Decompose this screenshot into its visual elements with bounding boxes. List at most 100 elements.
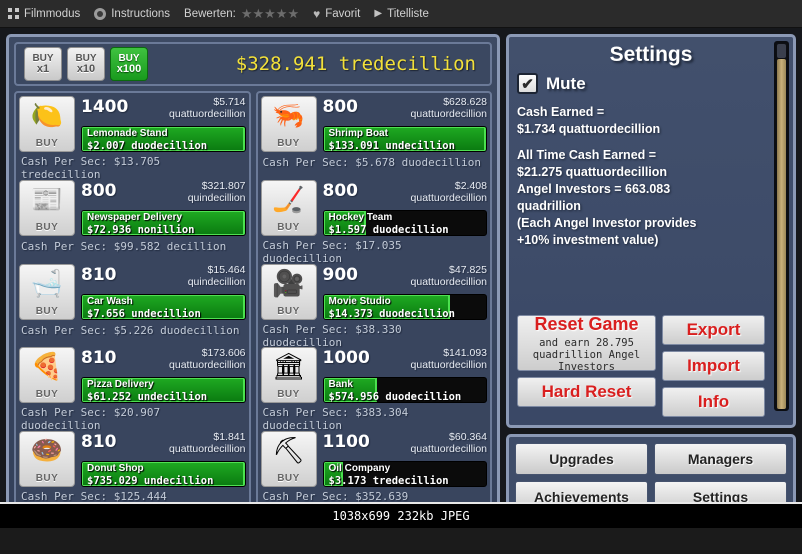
- star-rating-icon[interactable]: ★★★★★: [241, 6, 299, 22]
- business-buy-button[interactable]: 🍕 BUY: [19, 347, 75, 404]
- export-button[interactable]: Export: [662, 315, 765, 345]
- business-name: Donut Shop: [87, 463, 144, 474]
- reset-game-button[interactable]: Reset Game and earn 28.795 quadrillion A…: [517, 314, 657, 373]
- titlelist-button[interactable]: ▶ Titelliste: [374, 8, 428, 20]
- business-owned-count: 800: [322, 97, 359, 117]
- business-buy-button[interactable]: 🏛 BUY: [260, 347, 317, 404]
- business-progress-bar: Newspaper Delivery $72.936 nonillion: [81, 209, 246, 236]
- viewer-toolbar: Filmmodus Instructions Bewerten: ★★★★★ ♥…: [0, 0, 802, 28]
- business-buy-button[interactable]: 🍩 BUY: [19, 431, 75, 487]
- business-row: 🦐 BUY 800 $628.628 quattuordecillion Shrimp B…: [260, 96, 487, 174]
- business-buy-button[interactable]: 🎥 BUY: [260, 263, 317, 320]
- business-buy-button[interactable]: 🦐 BUY: [260, 96, 317, 152]
- business-owned-count: 1000: [322, 348, 370, 369]
- favorite-button[interactable]: ♥ Favorit: [313, 7, 360, 21]
- business-name: Movie Studio: [328, 295, 391, 307]
- buy-x100-line2: x100: [116, 63, 142, 75]
- business-value: $574.956 duodecillion: [328, 391, 462, 404]
- business-cash-per-sec: Cash Per Sec: $17.035 duodecillion: [262, 238, 402, 265]
- business-progress-bar: Bank $574.956 duodecillion: [322, 377, 487, 404]
- business-row: 🍩 BUY 810 $1.841 quattuordecillion Donut Shop…: [19, 431, 246, 514]
- business-cost: $2.408 quattuordecillion: [410, 179, 487, 204]
- settings-panel: Settings ✔ Mute Cash Earned = $1.734 qua…: [506, 34, 796, 428]
- business-buy-label: BUY: [277, 221, 300, 233]
- business-progress-bar: Shrimp Boat $133.091 undecillion: [322, 126, 487, 152]
- settings-scrollbar[interactable]: [774, 41, 789, 411]
- info-button[interactable]: Info: [662, 387, 765, 417]
- business-owned-count: 800: [81, 180, 117, 201]
- scrollbar-thumb[interactable]: [777, 44, 786, 58]
- angel-note-line1: (Each Angel Investor provides: [517, 216, 697, 230]
- cash-display: $328.941 tredecillion: [235, 53, 476, 75]
- business-cash-per-sec: Cash Per Sec: $5.678 duodecillion: [262, 156, 482, 169]
- buy-controls-bar: BUY x1 BUY x10 BUY x100 $328.941 tredeci…: [14, 42, 492, 86]
- business-owned-count: 810: [81, 432, 117, 452]
- donut-icon: 🍩: [30, 435, 64, 465]
- buy-x1-button[interactable]: BUY x1: [24, 47, 62, 81]
- business-name: Pizza Delivery: [87, 379, 154, 391]
- business-cash-per-sec: Cash Per Sec: $383.304 duodecillion: [262, 406, 409, 433]
- business-cost: $5.714 quattuordecillion: [169, 96, 246, 120]
- business-owned-count: 810: [81, 264, 117, 285]
- business-row: 🏒 BUY 800 $2.408 quattuordecillion Hockey Tea…: [260, 179, 487, 265]
- nav-upgrades-button[interactable]: Upgrades: [515, 443, 648, 475]
- buy-x100-button[interactable]: BUY x100: [110, 47, 148, 81]
- business-name: Car Wash: [87, 295, 133, 307]
- buy-x10-button[interactable]: BUY x10: [67, 47, 105, 81]
- business-buy-button[interactable]: ⛏ BUY: [260, 431, 317, 487]
- angel-investors-line1: Angel Investors = 663.083: [517, 182, 671, 196]
- rating-control[interactable]: Bewerten: ★★★★★: [184, 6, 299, 22]
- business-buy-button[interactable]: 🛁 BUY: [19, 263, 75, 320]
- business-value: $7.656 undecillion: [87, 307, 201, 320]
- business-row: 🍋 BUY 1400 $5.714 quattuordecillion Lemonade …: [19, 96, 246, 181]
- all-time-cash-label: All Time Cash Earned =: [517, 148, 657, 162]
- movie-camera-icon: 🎥: [272, 267, 305, 298]
- business-row: 🛁 BUY 810 $15.464 quindecillion Car Wash $7.65…: [19, 263, 246, 342]
- oil-pump-icon: ⛏: [271, 435, 305, 465]
- import-button[interactable]: Import: [662, 351, 765, 381]
- business-buy-label: BUY: [35, 221, 59, 233]
- business-panel: BUY x1 BUY x10 BUY x100 $328.941 tredeci…: [6, 34, 500, 522]
- business-name-and-value: Donut Shop $735.029 undecillion: [87, 463, 242, 486]
- settings-actions: Reset Game and earn 28.795 quadrillion A…: [517, 314, 765, 417]
- titlelist-label: Titelliste: [387, 7, 429, 20]
- business-name-and-value: Movie Studio $14.373 duodecillion: [328, 295, 484, 319]
- business-name-and-value: Oil Company $3.173 tredecillion: [329, 463, 484, 486]
- business-cost: $321.807 quindecillion: [187, 179, 246, 204]
- buy-x1-line2: x1: [36, 63, 50, 75]
- reset-game-sublabel: and earn 28.795 quadrillion Angel Invest…: [532, 336, 641, 373]
- business-buy-button[interactable]: 📰 BUY: [19, 179, 75, 236]
- hard-reset-button[interactable]: Hard Reset: [517, 377, 657, 407]
- game-viewport: BUY x1 BUY x10 BUY x100 $328.941 tredeci…: [0, 28, 802, 528]
- bank-icon: 🏛: [271, 351, 305, 382]
- business-value: $133.091 undecillion: [328, 140, 455, 152]
- business-name-and-value: Car Wash $7.656 undecillion: [87, 295, 242, 320]
- nav-managers-button[interactable]: Managers: [654, 443, 787, 475]
- instructions-label: Instructions: [111, 7, 171, 20]
- business-cost: $1.841 quattuordecillion: [169, 431, 246, 455]
- scrollbar-track[interactable]: [777, 59, 786, 409]
- business-row: 🍕 BUY 810 $173.606 quattuordecillion Pizza De…: [19, 347, 246, 432]
- angel-note-line2: +10% investment value): [517, 233, 659, 247]
- business-buy-label: BUY: [35, 389, 59, 401]
- film-mode-button[interactable]: Filmmodus: [8, 8, 80, 20]
- image-status-bar: 1038x699 232kb JPEG: [0, 502, 802, 528]
- lemon-icon: 🍋: [30, 100, 64, 130]
- business-buy-button[interactable]: 🍋 BUY: [19, 96, 75, 152]
- business-buy-button[interactable]: 🏒 BUY: [260, 179, 317, 236]
- grid-icon: [8, 8, 19, 19]
- business-buy-label: BUY: [277, 473, 300, 484]
- business-cash-per-sec: Cash Per Sec: $99.582 decillion: [21, 239, 227, 253]
- business-owned-count: 1400: [81, 97, 129, 117]
- business-name-and-value: Shrimp Boat $133.091 undecillion: [328, 128, 484, 152]
- instructions-button[interactable]: Instructions: [94, 7, 171, 20]
- mute-checkbox-icon[interactable]: ✔: [517, 73, 538, 94]
- business-progress-bar: Movie Studio $14.373 duodecillion: [322, 293, 487, 320]
- pizza-icon: 🍕: [30, 351, 64, 382]
- business-cost: $60.364 quattuordecillion: [410, 431, 487, 455]
- info-circle-icon: [94, 7, 107, 20]
- business-name: Shrimp Boat: [328, 128, 388, 139]
- business-progress-bar: Oil Company $3.173 tredecillion: [322, 461, 487, 487]
- business-buy-label: BUY: [277, 389, 300, 401]
- mute-toggle[interactable]: ✔ Mute: [517, 73, 785, 94]
